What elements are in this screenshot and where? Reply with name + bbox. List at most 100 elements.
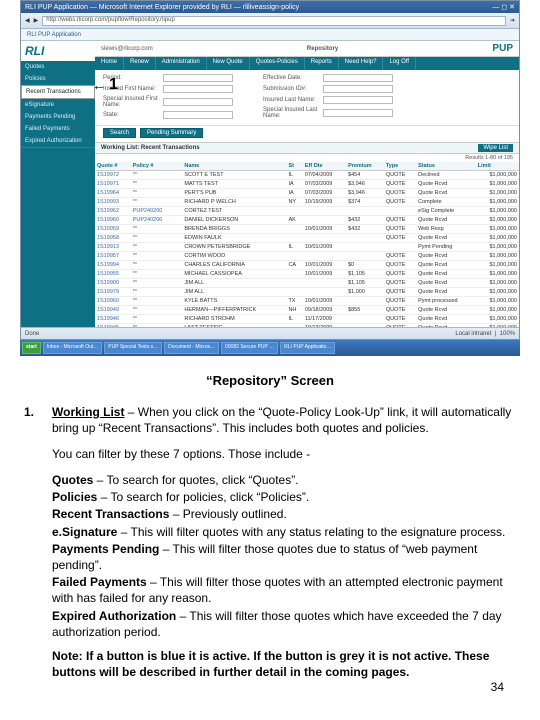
sidebar-item-3[interactable]: eSignature bbox=[21, 99, 95, 111]
table-row[interactable]: 1S19994**CHARLES CALIFORNIACA10/01/2009$… bbox=[95, 261, 519, 270]
brand-logo: RLI bbox=[21, 41, 95, 61]
col-header[interactable]: Type bbox=[384, 162, 416, 171]
search-field: Submission ID#: bbox=[263, 85, 393, 93]
search-button[interactable]: Search bbox=[103, 128, 136, 138]
cell: QUOTE bbox=[384, 189, 416, 198]
table-row[interactable]: 1S19957**CORTIM WOODQUOTEQuote Rcvd$1,00… bbox=[95, 252, 519, 261]
cell: Complete bbox=[416, 198, 476, 207]
cell: BRENDA BRIGGS bbox=[182, 225, 286, 234]
cell: ** bbox=[131, 297, 177, 306]
field-input[interactable] bbox=[163, 98, 233, 106]
search-field: Insured First Name: bbox=[103, 85, 233, 93]
table-row[interactable]: 1S19971**MATTS TESTIA07/03/2009$3,946QUO… bbox=[95, 180, 519, 189]
cell: 1S19949 bbox=[95, 306, 131, 315]
cell: 07/03/2009 bbox=[303, 180, 346, 189]
sidebar-item-1[interactable]: Policies bbox=[21, 73, 95, 85]
search-area: Period:Insured First Name:Special Insure… bbox=[95, 70, 519, 126]
cell: Quote Rcvd bbox=[416, 216, 476, 225]
field-label: State: bbox=[103, 112, 159, 118]
col-header[interactable]: Premium bbox=[346, 162, 384, 171]
sidebar-item-2[interactable]: Recent Transactions bbox=[21, 85, 95, 99]
browser-tab[interactable]: RLI PUP Application bbox=[21, 29, 519, 41]
nav-item-1[interactable]: Renew bbox=[124, 57, 156, 70]
cell bbox=[303, 288, 346, 297]
table-row[interactable]: 1S19960PUP240200DANIEL DICKERSONAK$432QU… bbox=[95, 216, 519, 225]
cell bbox=[286, 207, 302, 216]
search-column-1: Period:Insured First Name:Special Insure… bbox=[103, 74, 233, 119]
table-row[interactable]: 1S19972**SCOTT E TESTIL07/04/2009$454QUO… bbox=[95, 171, 519, 180]
window-title: RLI PUP Application — Microsoft Internet… bbox=[25, 4, 299, 11]
col-header[interactable]: Name bbox=[182, 162, 286, 171]
table-row[interactable]: 1S19960**KYLE BATTSTX10/01/2009QUOTEPymt… bbox=[95, 297, 519, 306]
table-row[interactable]: 1S19945**LAST TESTSIG10/13/2009QUOTEQuot… bbox=[95, 324, 519, 328]
field-input[interactable] bbox=[323, 109, 393, 117]
nav-item-4[interactable]: Quotes-Policies bbox=[250, 57, 305, 70]
sidebar-item-0[interactable]: Quotes bbox=[21, 61, 95, 73]
table-row[interactable]: 1S19958**EDWIN FAULKQUOTEQuote Rcvd$1,00… bbox=[95, 234, 519, 243]
cell: EDWIN FAULK bbox=[182, 234, 286, 243]
field-input[interactable] bbox=[323, 85, 393, 93]
pending-summary-button[interactable]: Pending Summary bbox=[140, 128, 203, 138]
col-header[interactable]: St bbox=[286, 162, 302, 171]
nav-item-5[interactable]: Reports bbox=[305, 57, 339, 70]
filter-name: Quotes bbox=[52, 473, 93, 487]
wipe-list-button[interactable]: Wipe List bbox=[478, 144, 513, 152]
field-input[interactable] bbox=[323, 74, 393, 82]
field-input[interactable] bbox=[323, 96, 393, 104]
cell: 10/19/2009 bbox=[303, 198, 346, 207]
col-header[interactable]: Eff Dte bbox=[303, 162, 346, 171]
cell: 1S19955 bbox=[95, 270, 131, 279]
start-button[interactable]: start bbox=[22, 342, 41, 354]
cell: IL bbox=[286, 243, 302, 252]
table-row[interactable]: 1S19900**JIM ALL$1,105QUOTEQuote Rcvd$1,… bbox=[95, 279, 519, 288]
cell: $1,000,000 bbox=[476, 180, 519, 189]
field-input[interactable] bbox=[163, 74, 233, 82]
nav-item-0[interactable]: Home bbox=[95, 57, 124, 70]
page-title: “Repository” Screen bbox=[24, 372, 516, 390]
table-row[interactable]: 1S19959**BRENDA BRIGGS10/01/2009$432QUOT… bbox=[95, 225, 519, 234]
nav-item-6[interactable]: Need Help? bbox=[339, 57, 384, 70]
table-row[interactable]: 1S19964**PERT'S PUBIA07/03/2009$3,946QUO… bbox=[95, 189, 519, 198]
sidebar-item-5[interactable]: Failed Payments bbox=[21, 123, 95, 135]
cell: QUOTE bbox=[384, 198, 416, 207]
cell: $1,000,000 bbox=[476, 225, 519, 234]
table-row[interactable]: 1S19949**HERMAN—PIFFERPATRICKNH09/18/200… bbox=[95, 306, 519, 315]
cell bbox=[303, 234, 346, 243]
field-label: Submission ID#: bbox=[263, 86, 319, 92]
field-input[interactable] bbox=[163, 111, 233, 119]
col-header[interactable]: Status bbox=[416, 162, 476, 171]
cell bbox=[286, 279, 302, 288]
cell: ** bbox=[131, 252, 177, 261]
back-icon[interactable]: ◀ bbox=[25, 17, 30, 24]
cell: 1S19971 bbox=[95, 180, 131, 189]
table-row[interactable]: 1S19993**RICHARD P WELCHNY10/19/2009$374… bbox=[95, 198, 519, 207]
cell bbox=[303, 279, 346, 288]
table-row[interactable]: 1S19946**RICHARD STROHMIL11/17/2009QUOTE… bbox=[95, 315, 519, 324]
user-email: slewis@rlicorp.com bbox=[101, 46, 153, 52]
cell: Quote Rcvd bbox=[416, 306, 476, 315]
nav-item-3[interactable]: New Quote bbox=[207, 57, 250, 70]
nav-item-2[interactable]: Administration bbox=[156, 57, 207, 70]
table-row[interactable]: 1S19913**CROWN PETERSBRIDGEIL10/01/2009P… bbox=[95, 243, 519, 252]
table-row[interactable]: 1S19962PUP240200CORTEZ TESTeSig Complete… bbox=[95, 207, 519, 216]
search-button-row: Search Pending Summary bbox=[95, 128, 519, 142]
col-header[interactable]: Limit bbox=[476, 162, 519, 171]
sidebar-item-4[interactable]: Payments Pending bbox=[21, 111, 95, 123]
sidebar-item-6[interactable]: Expired Authorization bbox=[21, 135, 95, 147]
table-row[interactable]: 1S19979**JIM ALL$1,000QUOTEQuote Rcvd$1,… bbox=[95, 288, 519, 297]
window-controls[interactable]: — ◻ ✕ bbox=[492, 3, 515, 11]
cell: NY bbox=[286, 198, 302, 207]
go-icon[interactable]: ➔ bbox=[510, 17, 515, 24]
address-bar[interactable]: http://webs.rlicorp.com/pupflow/Reposito… bbox=[42, 16, 506, 26]
cell: QUOTE bbox=[384, 225, 416, 234]
forward-icon[interactable]: ▶ bbox=[34, 17, 39, 24]
cell: SCOTT E TEST bbox=[182, 171, 286, 180]
filter-name: Recent Transactions bbox=[52, 507, 169, 521]
cell bbox=[346, 324, 384, 328]
col-header[interactable]: Policy # bbox=[131, 162, 177, 171]
col-header[interactable]: Quote # bbox=[95, 162, 131, 171]
filter-line: Failed Payments – This will filter those… bbox=[52, 574, 516, 606]
table-row[interactable]: 1S19955**MICHAEL CASSIOPEA10/01/2009$1,1… bbox=[95, 270, 519, 279]
nav-item-7[interactable]: Log Off bbox=[383, 57, 416, 70]
field-input[interactable] bbox=[163, 85, 233, 93]
